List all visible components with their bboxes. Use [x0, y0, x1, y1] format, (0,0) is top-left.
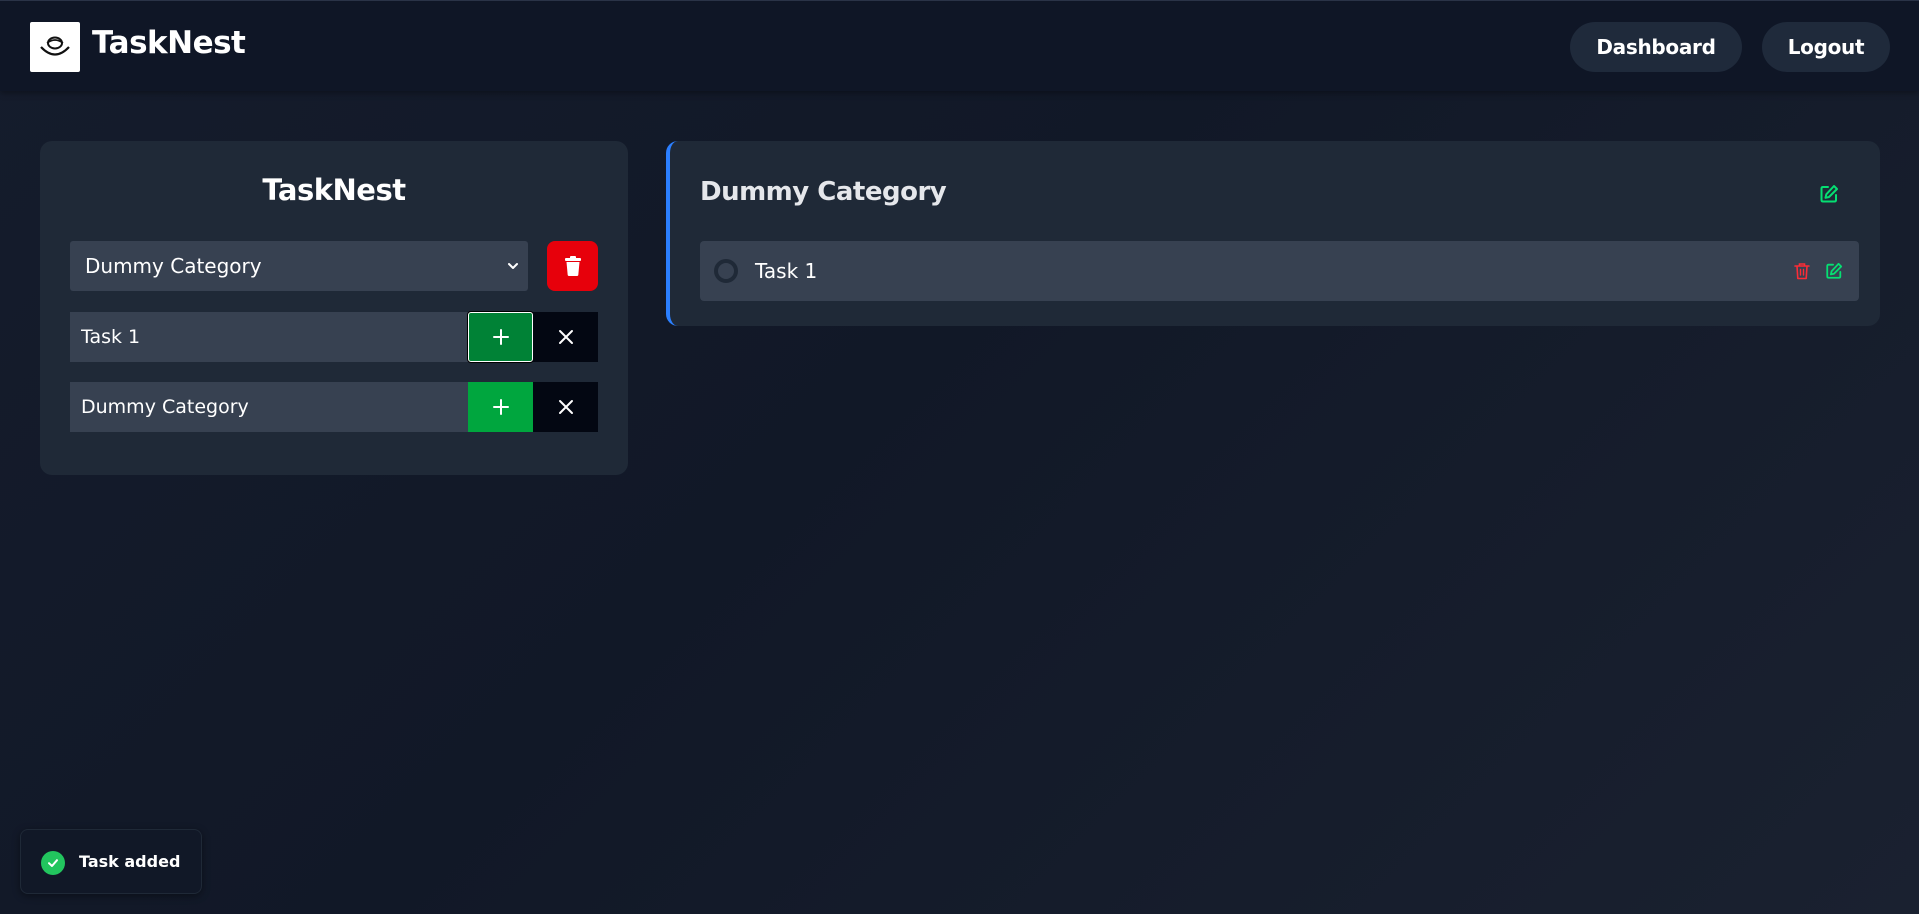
edit-icon — [1826, 262, 1843, 279]
trash-icon — [1794, 263, 1810, 280]
task-input[interactable] — [70, 312, 468, 362]
app-logo[interactable] — [30, 22, 80, 72]
chevron-down-icon — [508, 263, 518, 269]
category-input[interactable] — [70, 382, 468, 432]
category-title: Dummy Category — [700, 177, 947, 207]
task-item: Task 1 — [700, 241, 1859, 301]
add-category-button[interactable] — [468, 382, 533, 432]
top-navbar: TaskNest Dashboard Logout — [0, 0, 1919, 91]
add-task-row — [70, 312, 598, 362]
panel-title: TaskNest — [262, 173, 406, 207]
delete-category-button[interactable] — [547, 241, 598, 291]
nest-logo-icon — [40, 36, 70, 56]
clear-task-button[interactable] — [533, 312, 598, 362]
trash-icon — [564, 256, 581, 276]
plus-icon — [492, 329, 509, 345]
delete-task-button[interactable] — [1792, 261, 1812, 281]
close-icon — [558, 330, 573, 344]
logout-button[interactable]: Logout — [1762, 22, 1890, 72]
check-circle-icon — [41, 851, 65, 875]
edit-category-button[interactable] — [1818, 183, 1840, 205]
add-task-button[interactable] — [468, 312, 533, 362]
dashboard-button[interactable]: Dashboard — [1570, 22, 1742, 72]
brand-title: TaskNest — [92, 25, 246, 61]
toast-notification: Task added — [20, 829, 202, 894]
plus-icon — [492, 399, 509, 415]
edit-task-button[interactable] — [1824, 261, 1844, 281]
task-complete-toggle[interactable] — [714, 259, 738, 283]
clear-category-button[interactable] — [533, 382, 598, 432]
task-form-panel: TaskNest Dummy Category — [40, 141, 628, 475]
category-select-value: Dummy Category — [85, 254, 262, 278]
toast-message: Task added — [79, 852, 181, 871]
task-label: Task 1 — [755, 259, 818, 283]
category-select[interactable]: Dummy Category — [70, 241, 528, 291]
add-category-row — [70, 382, 598, 432]
close-icon — [558, 400, 573, 414]
category-card: Dummy Category Task 1 — [666, 141, 1880, 326]
edit-icon — [1820, 185, 1838, 203]
